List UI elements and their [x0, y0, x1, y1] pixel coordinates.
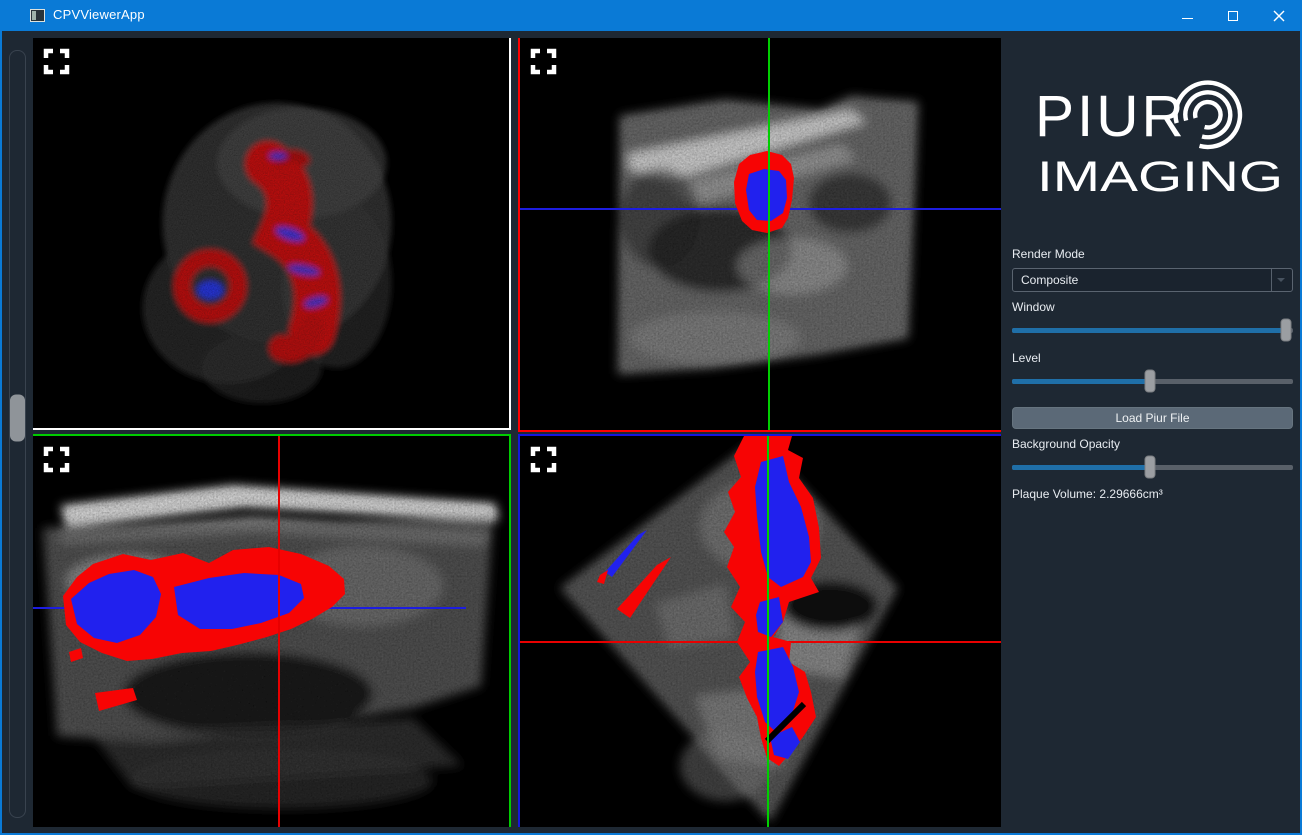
maximize-icon: [1228, 10, 1238, 21]
plaque-segmentation-axial: [734, 151, 794, 233]
fullscreen-icon[interactable]: [43, 48, 70, 75]
chevron-down-icon: [1277, 278, 1285, 282]
render-mode-value: Composite: [1021, 273, 1079, 287]
plaque-segmentation-longitudinal: [63, 547, 345, 711]
viewport-3d[interactable]: [33, 38, 511, 430]
level-label: Level: [1012, 351, 1041, 365]
viewport-axial[interactable]: [518, 38, 1001, 432]
background-opacity-slider-fill: [1012, 465, 1150, 470]
window-label: Window: [1012, 300, 1055, 314]
combobox-drop-section[interactable]: [1271, 269, 1292, 291]
background-opacity-slider-handle[interactable]: [1144, 455, 1156, 479]
crosshair-vertical-green[interactable]: [767, 436, 770, 827]
svg-text:IMAGING: IMAGING: [1037, 153, 1283, 201]
control-sidebar: PIUR IMAGING Render Mode Composite Windo…: [1001, 31, 1300, 833]
window-slider-fill: [1012, 328, 1286, 333]
window-controls: [1164, 0, 1300, 31]
plaque-volume-readout: Plaque Volume: 2.29666cm³: [1012, 487, 1163, 501]
fullscreen-icon[interactable]: [530, 446, 557, 473]
crosshair-vertical-red[interactable]: [278, 436, 281, 827]
render-mode-combobox[interactable]: Composite: [1012, 268, 1293, 292]
minimize-icon: [1181, 17, 1193, 19]
level-slider[interactable]: [1012, 369, 1293, 393]
render-mode-label: Render Mode: [1012, 247, 1085, 261]
viewport-grid: [33, 38, 1001, 827]
fullscreen-icon[interactable]: [43, 446, 70, 473]
plaque-segmentation-coronal: [597, 436, 821, 766]
content-area: PIUR IMAGING Render Mode Composite Windo…: [2, 31, 1300, 833]
left-slider-handle[interactable]: [10, 394, 25, 442]
maximize-button[interactable]: [1210, 0, 1256, 31]
fullscreen-icon[interactable]: [530, 48, 557, 75]
close-button[interactable]: [1256, 0, 1300, 31]
background-opacity-label: Background Opacity: [1012, 437, 1121, 451]
piur-imaging-logo: PIUR IMAGING: [1037, 80, 1283, 201]
titlebar[interactable]: CPVViewerApp: [2, 0, 1300, 31]
close-icon: [1273, 10, 1285, 21]
level-slider-fill: [1012, 379, 1150, 384]
app-icon: [30, 9, 45, 22]
crosshair-vertical-green[interactable]: [768, 38, 771, 430]
left-slider-strip: [2, 31, 33, 833]
viewport-longitudinal[interactable]: [33, 434, 511, 827]
load-piur-file-button[interactable]: Load Piur File: [1012, 407, 1293, 429]
window-slider-handle[interactable]: [1280, 318, 1292, 342]
svg-text:PIUR: PIUR: [1037, 84, 1187, 149]
viewport-coronal[interactable]: [518, 434, 1001, 827]
level-slider-handle[interactable]: [1144, 369, 1156, 393]
window-title: CPVViewerApp: [53, 7, 145, 22]
minimize-button[interactable]: [1164, 0, 1210, 31]
app-window: CPVViewerApp PIUR IMAGING Render Mode Co…: [0, 0, 1302, 835]
background-opacity-slider[interactable]: [1012, 455, 1293, 479]
window-slider[interactable]: [1012, 318, 1293, 342]
volume-render-3d: [142, 103, 392, 403]
